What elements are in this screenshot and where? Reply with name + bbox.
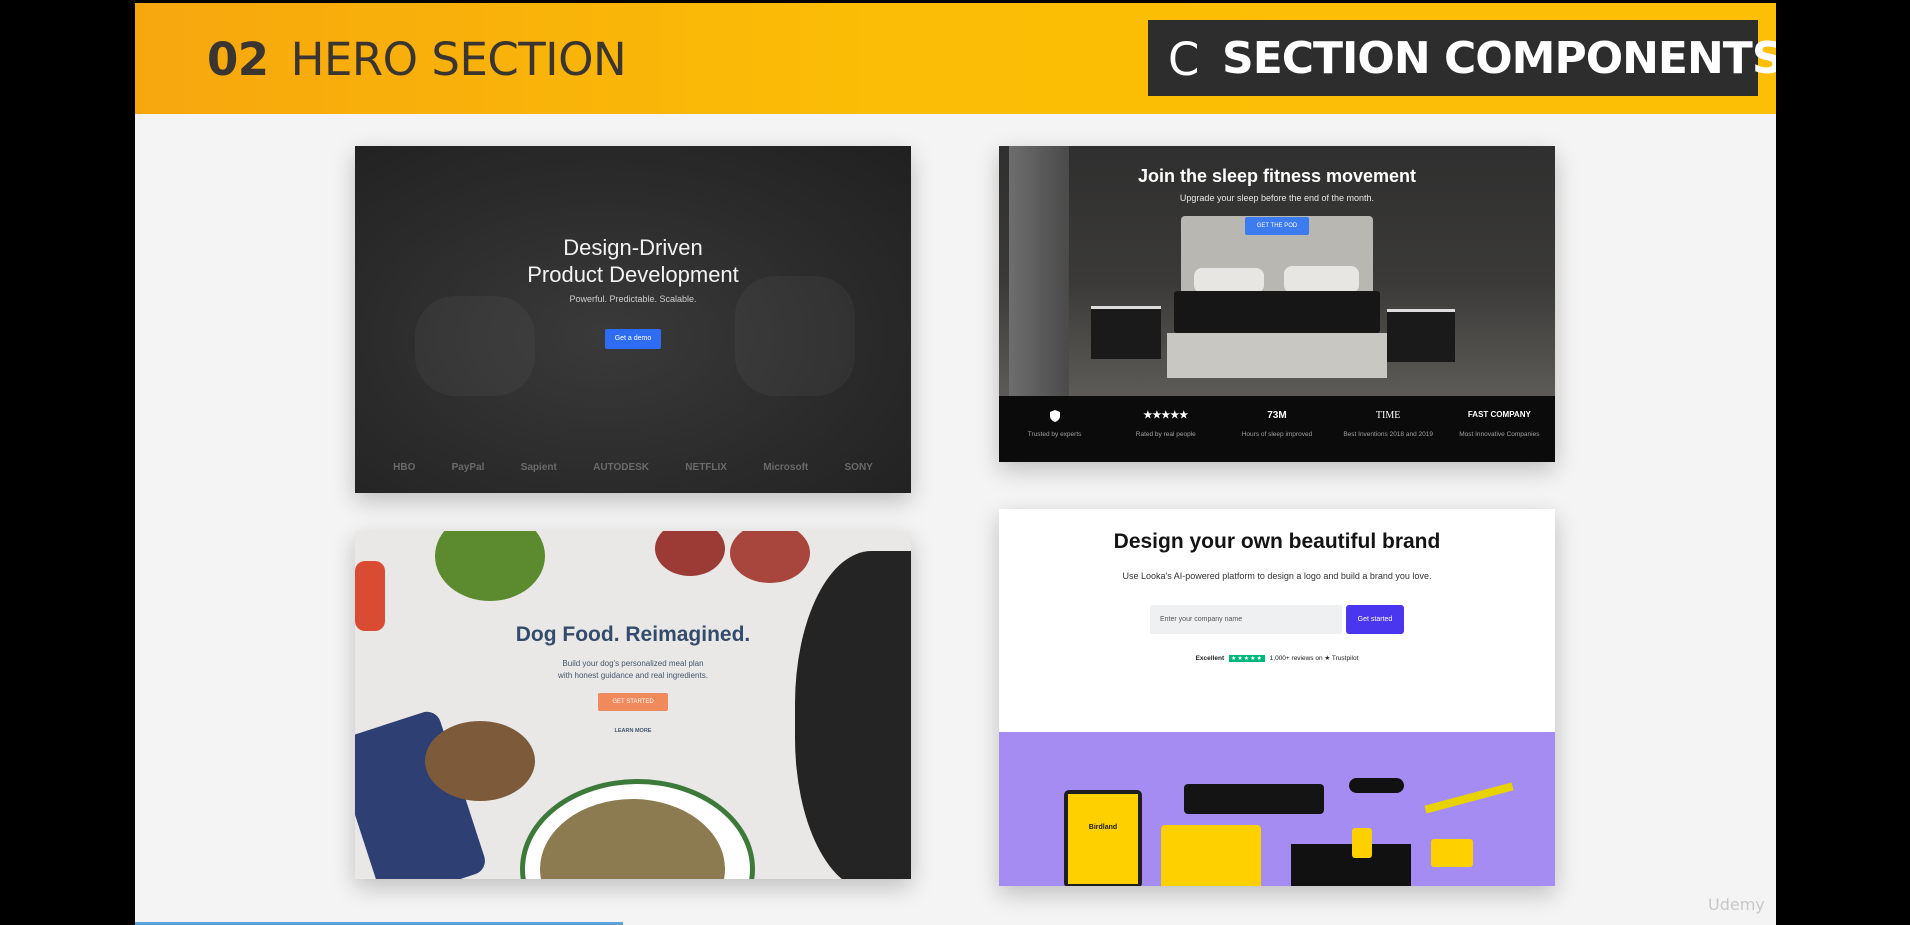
- hero-example-brand-design: Design your own beautiful brand Use Look…: [999, 509, 1555, 886]
- stat-value: 73M: [1267, 410, 1287, 421]
- logo-paypal: PayPal: [451, 462, 485, 473]
- stat-item: TIME Best Inventions 2018 and 2019: [1338, 396, 1438, 462]
- hero-example-sleep-fitness: Join the sleep fitness movement Upgrade …: [999, 146, 1555, 462]
- stat-item: ★★★★★ Rated by real people: [1116, 396, 1216, 462]
- stat-item: Trusted by experts: [1005, 396, 1105, 462]
- get-started-button[interactable]: GET STARTED: [598, 693, 668, 711]
- subtitle-line2: with honest guidance and real ingredient…: [558, 671, 708, 680]
- get-the-pod-button[interactable]: GET THE POD: [1245, 217, 1309, 235]
- logo-hbo: HBO: [393, 462, 416, 473]
- dog-photo: [795, 551, 911, 879]
- background-shape: [415, 296, 535, 396]
- shield-icon: [1005, 410, 1105, 424]
- logo-autodesk: AUTODESK: [593, 462, 650, 473]
- hero-subtitle: Powerful. Predictable. Scalable.: [569, 294, 697, 304]
- meat-cut: [655, 531, 725, 576]
- stat-item: 73M Hours of sleep improved: [1227, 396, 1327, 462]
- trust-stats-bar: Trusted by experts ★★★★★ Rated by real p…: [999, 396, 1555, 462]
- stat-label: Trusted by experts: [1027, 431, 1082, 438]
- trustpilot-rating: Excellent ★★★★★ 1,000+ reviews on ★ Trus…: [999, 654, 1555, 662]
- hero-title: Dog Food. Reimagined.: [515, 623, 751, 646]
- review-count: 1,000+ reviews on: [1269, 655, 1323, 662]
- hero-example-product-development: Design-Driven Product Development Powerf…: [355, 146, 911, 493]
- hero-example-dog-food: Dog Food. Reimagined. Build your dog's p…: [355, 531, 911, 879]
- brand-mockup-photo: Birdland: [999, 732, 1555, 886]
- shopping-bag-mockup: [1291, 844, 1411, 886]
- hero-subtitle: Build your dog's personalized meal plan …: [355, 658, 911, 682]
- nightstand: [1091, 306, 1161, 359]
- trustpilot-logo: ★ Trustpilot: [1324, 655, 1359, 662]
- slide: 02 HERO SECTION C SECTION COMPONENTS Desi…: [135, 3, 1776, 925]
- section-name: HERO SECTION: [290, 33, 627, 86]
- star-rating-icon: ★★★★★: [1228, 655, 1265, 662]
- logo-netflix: NETFLIX: [685, 462, 727, 473]
- pillow: [1284, 266, 1359, 293]
- stat-label: Rated by real people: [1135, 431, 1196, 438]
- section-title: 02 HERO SECTION: [207, 33, 627, 86]
- stat-value: TIME: [1375, 410, 1401, 421]
- mattress: [1174, 291, 1380, 333]
- subtitle-line1: Build your dog's personalized meal plan: [562, 659, 704, 668]
- stat-label: Best Inventions 2018 and 2019: [1343, 431, 1433, 438]
- hero-title-line1: Design-Driven: [563, 235, 703, 260]
- stat-value: ★★★★★: [1143, 410, 1189, 421]
- black-case-mockup: [1184, 784, 1324, 814]
- hero-title: Design-Driven Product Development: [355, 234, 911, 288]
- section-banner: 02 HERO SECTION C SECTION COMPONENTS: [135, 3, 1776, 114]
- stat-label: Hours of sleep improved: [1241, 431, 1313, 438]
- sunglasses-mockup: [1349, 778, 1404, 793]
- nightstand: [1387, 309, 1455, 362]
- section-number: 02: [207, 33, 269, 86]
- badge-text: SECTION COMPONENTS: [1222, 33, 1776, 84]
- stat-value: FAST COMPANY: [1467, 410, 1531, 419]
- carrot: [355, 561, 385, 631]
- client-logos: HBO PayPal Sapient AUTODESK NETFLIX Micr…: [375, 462, 891, 473]
- t-shirt-mockup: [1161, 825, 1261, 886]
- hero-title: Join the sleep fitness movement: [1137, 166, 1417, 186]
- section-badge: C SECTION COMPONENTS: [1148, 20, 1776, 96]
- get-demo-button[interactable]: Get a demo: [605, 329, 661, 349]
- tablet-screen-brand: Birdland: [1068, 794, 1138, 884]
- vegetable-greens: [435, 531, 545, 601]
- udemy-watermark: Udemy: [1708, 895, 1765, 914]
- tablet-mockup: Birdland: [1064, 790, 1142, 886]
- pillow: [1194, 268, 1264, 293]
- rating-label: Excellent: [1195, 655, 1225, 662]
- meat-cut: [730, 531, 810, 583]
- bed-base: [1167, 333, 1387, 378]
- hero-subtitle: Upgrade your sleep before the end of the…: [1179, 193, 1375, 203]
- hero-subtitle: Use Looka's AI-powered platform to desig…: [1122, 571, 1432, 581]
- company-name-input[interactable]: Enter your company name: [1150, 605, 1342, 634]
- business-card-mockup: [1431, 839, 1473, 867]
- get-started-button[interactable]: Get started: [1346, 605, 1404, 634]
- tag-mockup: [1352, 828, 1372, 858]
- hero-title-line2: Product Development: [527, 262, 739, 287]
- learn-more-link[interactable]: LEARN MORE: [355, 728, 911, 734]
- logo-sony: SONY: [844, 462, 873, 473]
- stat-label: Most Innovative Companies: [1459, 431, 1540, 438]
- logo-sapient: Sapient: [520, 462, 557, 473]
- stat-item: FAST COMPANY Most Innovative Companies: [1449, 396, 1549, 462]
- measuring-tape: [1424, 782, 1514, 814]
- badge-letter: C: [1168, 33, 1200, 86]
- logo-microsoft: Microsoft: [763, 462, 809, 473]
- hero-title: Design your own beautiful brand: [1113, 530, 1441, 553]
